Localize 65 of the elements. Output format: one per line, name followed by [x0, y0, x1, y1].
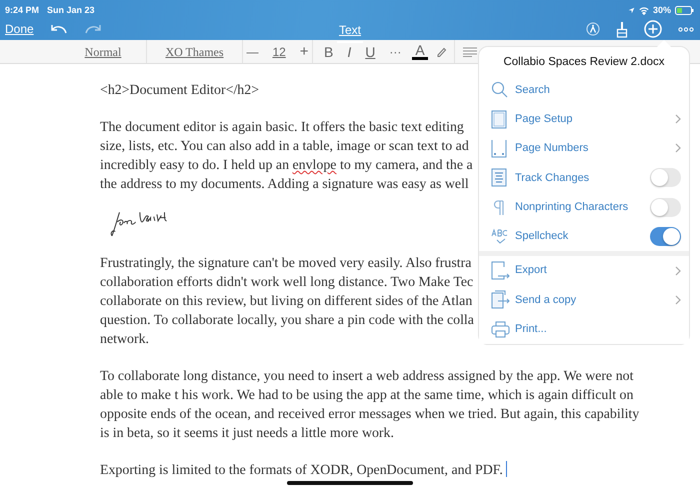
page-number-icon — [491, 138, 508, 158]
underline-button[interactable]: U — [362, 44, 378, 58]
menu-item[interactable]: Send a copy — [515, 292, 675, 308]
menu-item[interactable]: Export — [515, 262, 675, 279]
toggle-switch[interactable] — [650, 226, 681, 246]
text-line: collaboration efforts didn't work well long distance. Two Make Tec — [100, 274, 474, 292]
menu-item[interactable]: Nonprinting Characters — [515, 198, 650, 216]
menu-item[interactable]: Page Numbers — [515, 140, 675, 157]
location-icon — [628, 7, 635, 14]
done-button[interactable]: Done — [5, 23, 34, 35]
highlighter-icon[interactable] — [436, 46, 447, 57]
menu-item[interactable]: Page Setup — [515, 110, 675, 128]
text-line: question. To collaborate locally, you share a pin code with the colla — [100, 312, 474, 330]
search-icon — [491, 81, 508, 98]
person-icon[interactable] — [586, 22, 600, 36]
text-line: Frustratingly, the signature can't be moved very easily. Also frustra — [100, 255, 472, 273]
text-line: the address to my documents. Adding a signature was easy as well — [100, 176, 469, 194]
menu-item[interactable]: Spellcheck — [515, 228, 650, 245]
chevron-icon — [675, 114, 681, 124]
increase-size-button[interactable]: + — [296, 44, 312, 59]
printer-icon — [491, 320, 510, 338]
export-icon — [491, 261, 510, 280]
font-size-field[interactable]: 12 — [269, 46, 289, 58]
text-line: able to make t his work. We had to be using the app at the same time, which is again difficult on — [100, 387, 634, 405]
text-line: size, lists, etc. You can also add in a table, image or scan text to ad — [100, 138, 469, 156]
menu-item[interactable]: Search — [515, 82, 681, 98]
text-line: opposite ends of the ocean, and received error messages when we tried. But again, this capability — [100, 406, 640, 424]
spellcheck-icon — [491, 228, 510, 245]
text-color-button[interactable]: A — [412, 43, 428, 60]
toggle-switch[interactable] — [650, 198, 681, 217]
text-line: Exporting is limited to the formats of XODR, OpenDocument, and PDF. — [100, 461, 508, 480]
font-dropdown[interactable]: XO Thames — [162, 46, 227, 58]
menu-item[interactable]: Track Changes — [515, 170, 650, 186]
menu-title: Collabio Spaces Review 2.docx — [502, 55, 666, 70]
more-format-button[interactable]: ··· — [386, 46, 404, 58]
status-date: Sun Jan 23 — [47, 4, 95, 17]
text-line: incredibly easy to do. I held up an envlope to my camera, and the a — [100, 157, 473, 175]
brush-icon[interactable] — [616, 20, 628, 38]
text-line: collaborate on this review, but living on different sides of the Atlan — [100, 293, 472, 311]
wifi-icon — [638, 6, 649, 14]
text-line: The document editor is again basic. It offers the basic text editing — [100, 119, 464, 137]
status-time: 9:24 PM — [5, 4, 40, 17]
document-lines-icon — [491, 168, 508, 188]
align-icon[interactable] — [463, 46, 477, 56]
text-line: is in beta, so it seems it just needs a little more work. — [100, 425, 394, 443]
add-icon[interactable] — [644, 20, 662, 38]
style-dropdown[interactable]: Normal — [82, 46, 124, 58]
send-copy-icon — [491, 290, 510, 310]
undo-icon[interactable] — [50, 24, 68, 34]
text-line: To collaborate long distance, you need to insert a web address assigned by the app. We were not — [100, 368, 634, 386]
battery-icon — [675, 6, 694, 15]
redo-icon[interactable] — [84, 24, 102, 34]
chevron-icon — [675, 266, 681, 276]
italic-button[interactable]: I — [344, 44, 354, 58]
page-icon — [491, 110, 508, 129]
menu-item[interactable]: Print... — [515, 321, 681, 338]
text-line: network. — [100, 331, 149, 349]
battery-percent: 30% — [652, 4, 671, 17]
decrease-size-button[interactable]: — — [243, 46, 262, 58]
chevron-icon — [675, 143, 681, 154]
more-icon[interactable] — [678, 26, 694, 32]
chevron-icon — [675, 294, 681, 305]
heading-text: <h2>Document Editor</h2> — [100, 82, 260, 100]
bold-button[interactable]: B — [321, 44, 336, 58]
toggle-switch[interactable] — [650, 168, 681, 188]
